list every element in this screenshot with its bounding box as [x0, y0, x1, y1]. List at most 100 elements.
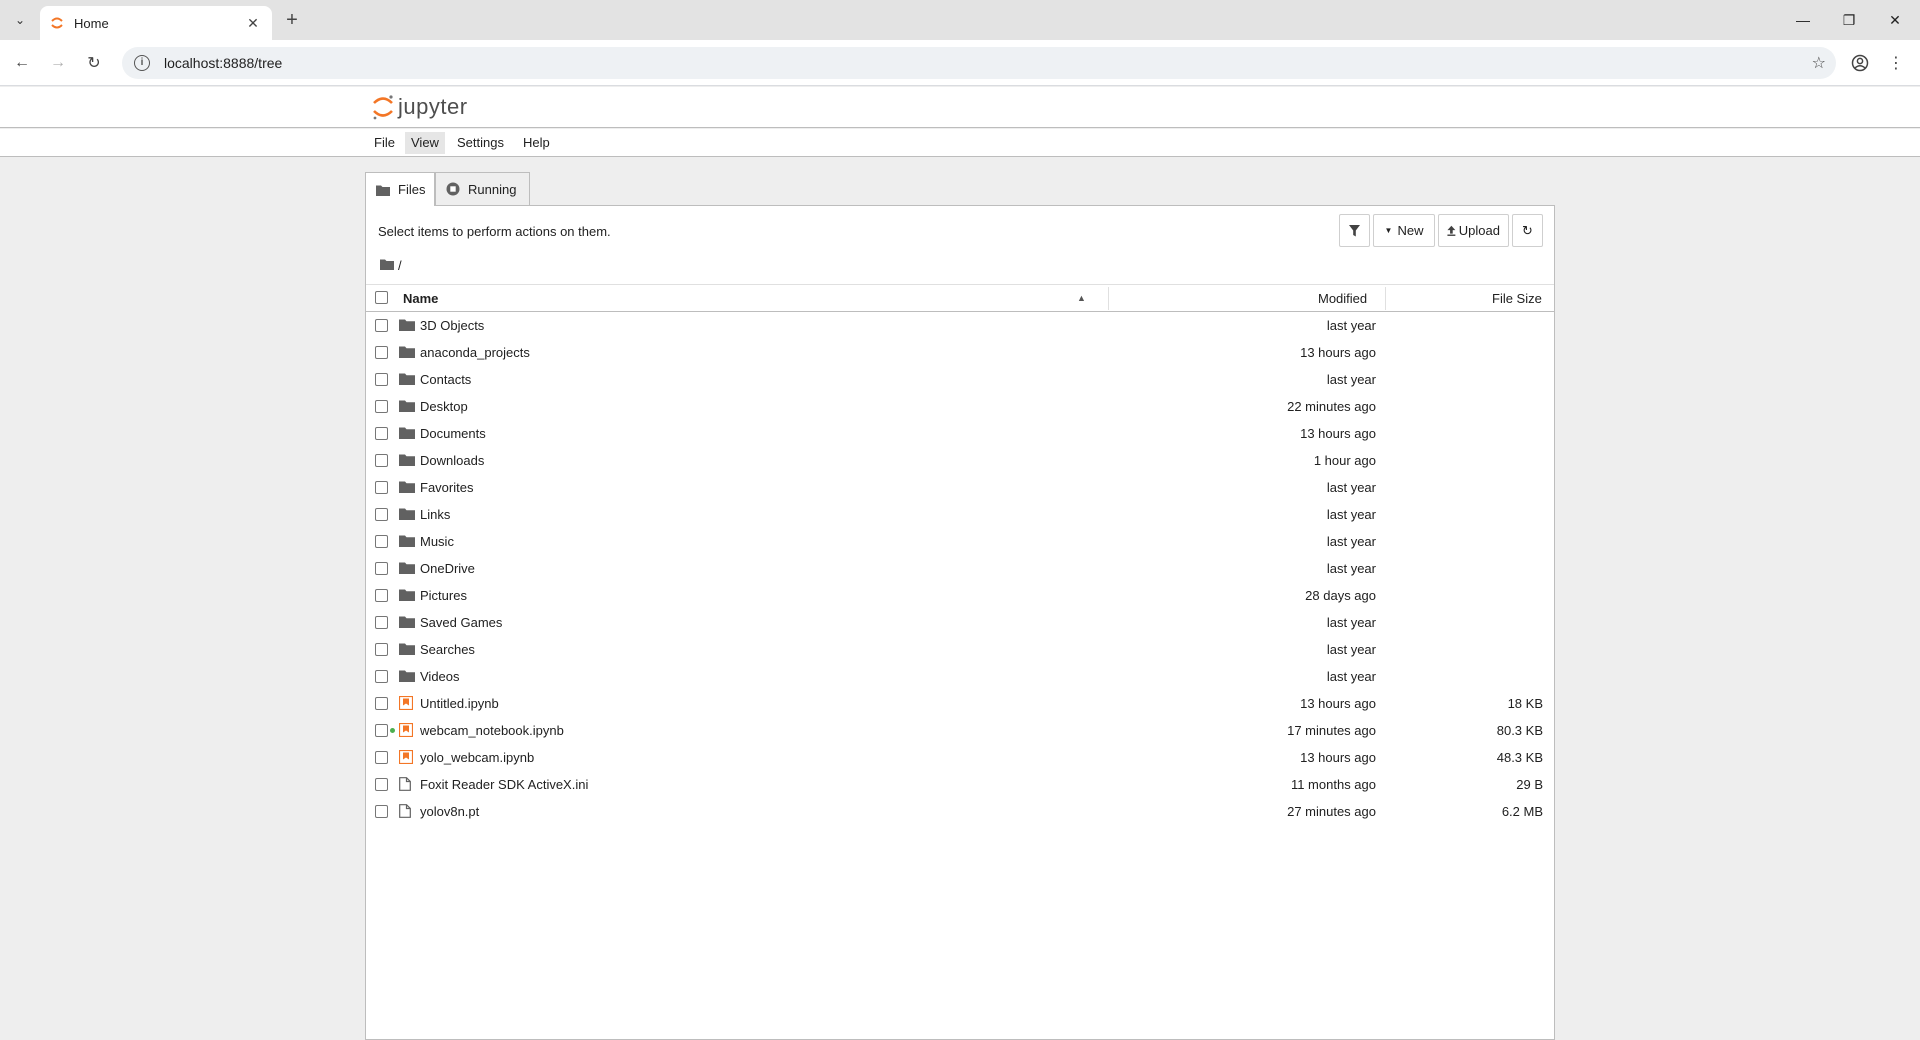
file-modified: last year: [1326, 372, 1376, 387]
restore-window-icon[interactable]: ❐: [1826, 0, 1872, 40]
browser-menu-kebab-icon[interactable]: ⋮: [1882, 49, 1910, 77]
tab-files[interactable]: Files: [365, 172, 435, 206]
file-name[interactable]: Videos: [420, 663, 460, 690]
row-checkbox[interactable]: [375, 670, 388, 683]
file-row[interactable]: Downloads 1 hour ago: [366, 447, 1554, 474]
file-row[interactable]: Contacts last year: [366, 366, 1554, 393]
file-name[interactable]: Favorites: [420, 474, 473, 501]
file-modified: last year: [1326, 615, 1376, 630]
row-checkbox[interactable]: [375, 589, 388, 602]
column-divider[interactable]: [1385, 287, 1386, 310]
file-name[interactable]: Saved Games: [420, 609, 502, 636]
row-checkbox[interactable]: [375, 643, 388, 656]
profile-avatar-icon[interactable]: [1846, 49, 1874, 77]
menu-view[interactable]: View: [405, 132, 445, 154]
file-row[interactable]: Foxit Reader SDK ActiveX.ini 11 months ag…: [366, 771, 1554, 798]
close-tab-icon[interactable]: ✕: [244, 14, 262, 32]
back-arrow-icon[interactable]: ←: [8, 49, 36, 77]
row-checkbox[interactable]: [375, 400, 388, 413]
browser-toolbar: ← → ↻ i localhost:8888/tree ☆: [0, 40, 1920, 86]
file-row[interactable]: yolo_webcam.ipynb 13 hours ago 48.3 KB: [366, 744, 1554, 771]
select-all-checkbox[interactable]: [375, 291, 388, 304]
folder-icon: [399, 615, 415, 629]
file-row[interactable]: Saved Games last year: [366, 609, 1554, 636]
file-name[interactable]: Music: [420, 528, 454, 555]
file-name[interactable]: yolo_webcam.ipynb: [420, 744, 534, 771]
menu-file[interactable]: File: [368, 132, 401, 154]
row-checkbox[interactable]: [375, 535, 388, 548]
minimize-window-icon[interactable]: —: [1780, 0, 1826, 40]
reload-icon[interactable]: ↻: [80, 49, 108, 77]
file-row[interactable]: webcam_notebook.ipynb 17 minutes ago 80.3 …: [366, 717, 1554, 744]
file-name[interactable]: Searches: [420, 636, 475, 663]
file-name[interactable]: Links: [420, 501, 450, 528]
tab-search-chevron-icon[interactable]: ⌄: [8, 8, 32, 32]
file-modified: last year: [1326, 318, 1376, 333]
breadcrumb-home-folder-icon[interactable]: [380, 258, 394, 273]
file-name[interactable]: 3D Objects: [420, 312, 484, 339]
close-window-icon[interactable]: ✕: [1872, 0, 1918, 40]
menu-help[interactable]: Help: [517, 132, 556, 154]
row-checkbox[interactable]: [375, 778, 388, 791]
file-name[interactable]: Downloads: [420, 447, 484, 474]
sort-ascending-icon[interactable]: ▲: [1077, 285, 1086, 312]
column-divider[interactable]: [1108, 287, 1109, 310]
file-name[interactable]: Documents: [420, 420, 486, 447]
menu-settings[interactable]: Settings: [451, 132, 510, 154]
column-size-header[interactable]: File Size: [1492, 285, 1542, 312]
file-row[interactable]: OneDrive last year: [366, 555, 1554, 582]
file-name[interactable]: Untitled.ipynb: [420, 690, 499, 717]
row-checkbox[interactable]: [375, 751, 388, 764]
column-name-header[interactable]: Name: [403, 285, 438, 312]
file-name[interactable]: yolov8n.pt: [420, 798, 479, 825]
row-checkbox[interactable]: [375, 373, 388, 386]
browser-tab-home[interactable]: Home ✕: [40, 6, 272, 40]
file-row[interactable]: Music last year: [366, 528, 1554, 555]
site-info-icon[interactable]: i: [134, 55, 150, 71]
row-checkbox[interactable]: [375, 562, 388, 575]
column-modified-header[interactable]: Modified: [1318, 285, 1367, 312]
file-name[interactable]: Desktop: [420, 393, 468, 420]
file-row[interactable]: Pictures 28 days ago: [366, 582, 1554, 609]
new-tab-plus-icon[interactable]: +: [280, 8, 304, 32]
file-row[interactable]: Desktop 22 minutes ago: [366, 393, 1554, 420]
tab-running[interactable]: Running: [435, 172, 530, 205]
file-name[interactable]: OneDrive: [420, 555, 475, 582]
row-checkbox[interactable]: [375, 616, 388, 629]
file-row[interactable]: Documents 13 hours ago: [366, 420, 1554, 447]
file-name[interactable]: anaconda_projects: [420, 339, 530, 366]
folder-icon: [399, 534, 415, 548]
row-checkbox[interactable]: [375, 319, 388, 332]
file-name[interactable]: webcam_notebook.ipynb: [420, 717, 564, 744]
file-row[interactable]: Untitled.ipynb 13 hours ago 18 KB: [366, 690, 1554, 717]
file-row[interactable]: Links last year: [366, 501, 1554, 528]
row-checkbox[interactable]: [375, 427, 388, 440]
file-row[interactable]: anaconda_projects 13 hours ago: [366, 339, 1554, 366]
new-button[interactable]: ▼ New: [1373, 214, 1435, 247]
file-modified: last year: [1326, 669, 1376, 684]
file-name[interactable]: Pictures: [420, 582, 467, 609]
jupyter-logo[interactable]: jupyter: [372, 93, 468, 121]
row-checkbox[interactable]: [375, 508, 388, 521]
file-row[interactable]: Favorites last year: [366, 474, 1554, 501]
folder-icon: [399, 453, 415, 467]
address-bar[interactable]: i localhost:8888/tree ☆: [122, 47, 1836, 79]
file-row[interactable]: yolov8n.pt 27 minutes ago 6.2 MB: [366, 798, 1554, 825]
file-row[interactable]: Videos last year: [366, 663, 1554, 690]
row-checkbox[interactable]: [375, 346, 388, 359]
upload-button[interactable]: Upload: [1438, 214, 1509, 247]
refresh-button[interactable]: ↻: [1512, 214, 1543, 247]
file-row[interactable]: Searches last year: [366, 636, 1554, 663]
filter-button[interactable]: [1339, 214, 1370, 247]
file-name[interactable]: Contacts: [420, 366, 471, 393]
forward-arrow-icon[interactable]: →: [44, 49, 72, 77]
bookmark-star-icon[interactable]: ☆: [1812, 47, 1826, 79]
row-checkbox[interactable]: [375, 805, 388, 818]
row-checkbox[interactable]: [375, 724, 388, 737]
file-row[interactable]: 3D Objects last year: [366, 312, 1554, 339]
file-name[interactable]: Foxit Reader SDK ActiveX.ini: [420, 771, 588, 798]
row-checkbox[interactable]: [375, 481, 388, 494]
row-checkbox[interactable]: [375, 697, 388, 710]
breadcrumb-root[interactable]: /: [398, 258, 402, 273]
row-checkbox[interactable]: [375, 454, 388, 467]
